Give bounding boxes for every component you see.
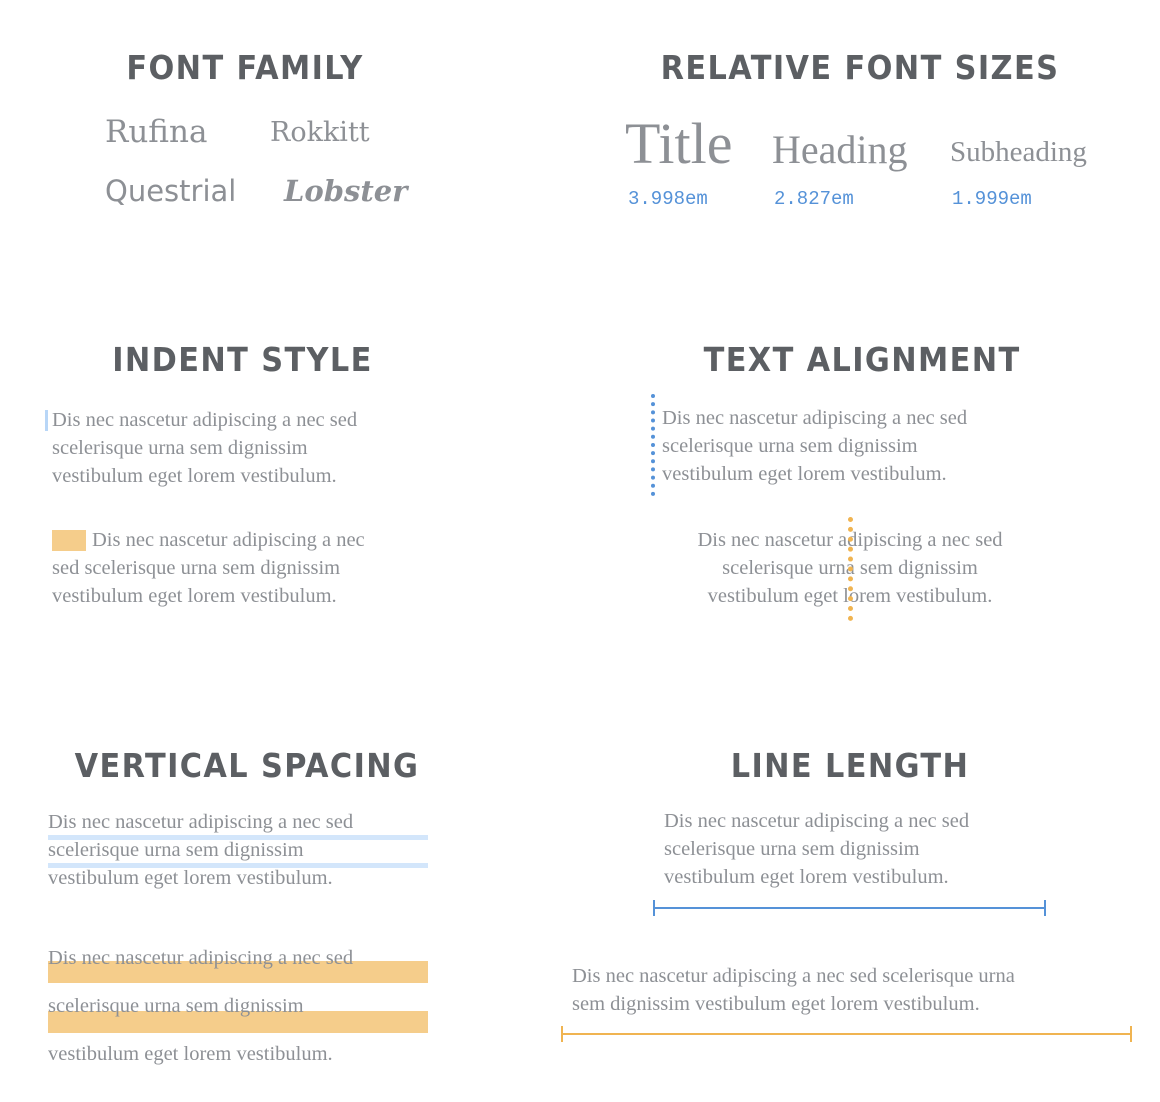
line-length-heading: Line Length	[730, 746, 970, 785]
relative-sizes-heading: Relative Font Sizes	[660, 48, 1060, 87]
line: Dis nec nascetur adipiscing a nec sed	[48, 811, 354, 833]
short-line-paragraph: Dis nec nascetur adipiscing a nec sed sc…	[664, 807, 969, 891]
sample-rufina: Rufina	[105, 114, 208, 150]
line: Dis nec nascetur adipiscing a nec sed	[52, 409, 358, 431]
line: scelerisque urna sem dignissim	[662, 435, 918, 457]
long-measure-cap-left	[561, 1026, 563, 1042]
size-subheading-label: Subheading	[950, 136, 1087, 168]
line: sed scelerisque urna sem dignissim	[52, 557, 341, 579]
center-align-guide	[848, 517, 853, 621]
sample-questrial: Questrial	[105, 174, 237, 208]
line: Dis nec nascetur adipiscing a nec sed	[662, 407, 968, 429]
indent-style-heading: Indent Style	[112, 340, 373, 379]
size-title-value: 3.998em	[628, 188, 708, 210]
line: Dis nec nascetur adipiscing a nec sed sc…	[572, 965, 1015, 987]
size-title-label: Title	[625, 111, 733, 176]
left-align-guide	[651, 394, 655, 496]
loose-spacing-paragraph: Dis nec nascetur adipiscing a nec sed sc…	[48, 934, 353, 1078]
size-subheading-value: 1.999em	[952, 188, 1032, 210]
line: vestibulum eget lorem vestibulum.	[662, 463, 947, 485]
short-measure-cap-left	[653, 900, 655, 916]
indent-paragraph-1: Dis nec nascetur adipiscing a nec sed sc…	[52, 406, 357, 490]
line: scelerisque urna sem dignissim	[52, 437, 308, 459]
indent-marker-bar	[45, 410, 48, 431]
line: scelerisque urna sem dignissim	[48, 995, 304, 1017]
long-measure-cap-right	[1130, 1026, 1132, 1042]
line: Dis nec nascetur adipiscing a nec sed	[48, 947, 354, 969]
size-heading-label: Heading	[772, 127, 908, 172]
short-measure-cap-right	[1044, 900, 1046, 916]
line: scelerisque urna sem dignissim	[664, 838, 920, 860]
indent-paragraph-2: Dis nec nascetur adipiscing a nec sed sc…	[52, 526, 365, 610]
size-heading-value: 2.827em	[774, 188, 854, 210]
long-measure-line	[561, 1033, 1132, 1035]
short-measure-line	[653, 907, 1046, 909]
line: vestibulum eget lorem vestibulum.	[48, 1043, 333, 1065]
sample-rokkitt: Rokkitt	[270, 117, 370, 148]
font-family-heading: Font Family	[126, 48, 364, 87]
line: scelerisque urna sem dignissim	[48, 839, 304, 861]
line: Dis nec nascetur adipiscing a nec	[92, 529, 365, 551]
line: sem dignissim vestibulum eget lorem vest…	[572, 993, 980, 1015]
line: vestibulum eget lorem vestibulum.	[48, 867, 333, 889]
left-aligned-paragraph: Dis nec nascetur adipiscing a nec sed sc…	[662, 404, 967, 488]
line: vestibulum eget lorem vestibulum.	[52, 585, 337, 607]
line: vestibulum eget lorem vestibulum.	[52, 465, 337, 487]
line: Dis nec nascetur adipiscing a nec sed	[664, 810, 970, 832]
vertical-spacing-heading: Vertical Spacing	[74, 746, 420, 785]
long-line-paragraph: Dis nec nascetur adipiscing a nec sed sc…	[572, 962, 1015, 1018]
line: vestibulum eget lorem vestibulum.	[664, 866, 949, 888]
text-alignment-heading: Text Alignment	[703, 340, 1021, 379]
tight-spacing-paragraph: Dis nec nascetur adipiscing a nec sed sc…	[48, 808, 353, 892]
sample-lobster: Lobster	[284, 174, 408, 208]
